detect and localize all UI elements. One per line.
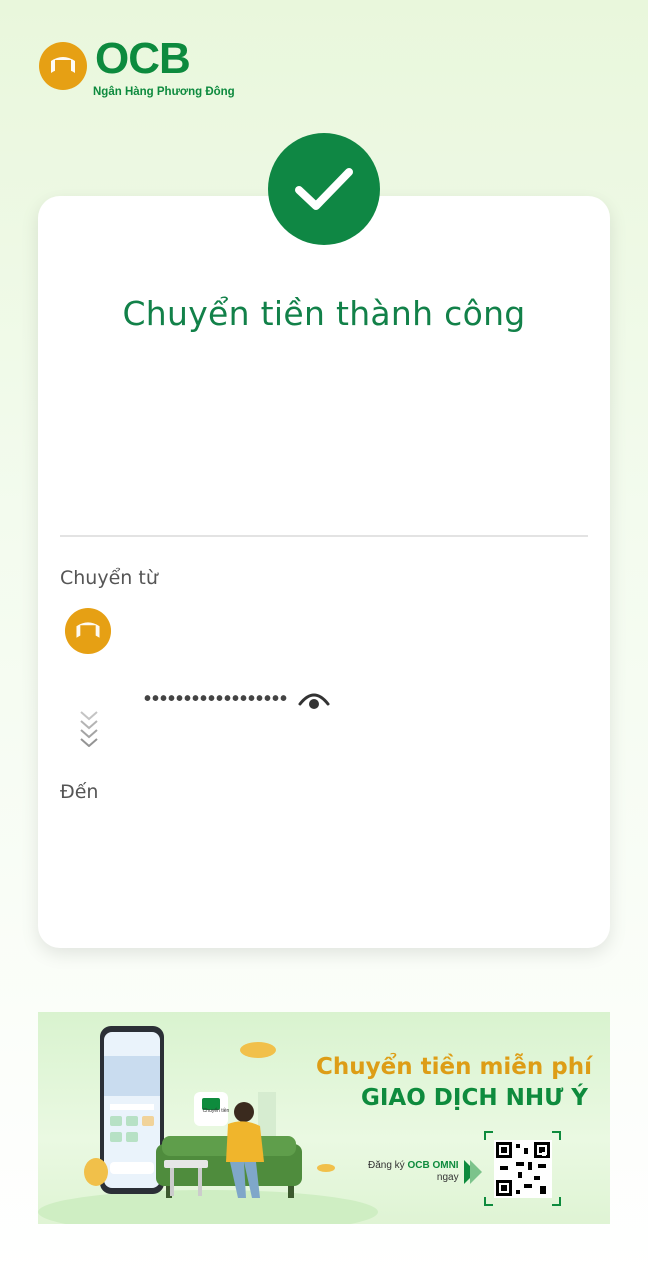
divider	[60, 535, 588, 537]
banner-headline: Chuyển tiền miễn phí	[316, 1054, 593, 1080]
eye-icon[interactable]	[298, 688, 330, 712]
register-cta[interactable]: Đăng ký OCB OMNI ngay	[368, 1160, 459, 1184]
register-app: OCB OMNI	[407, 1160, 459, 1171]
to-label: Đến	[60, 781, 99, 803]
success-badge	[268, 133, 380, 245]
ocb-logo: OCB Ngân Hàng Phương Đông	[38, 34, 235, 102]
ocb-logo-icon	[39, 42, 87, 90]
register-prefix: Đăng ký	[368, 1160, 405, 1171]
register-suffix: ngay	[436, 1172, 459, 1183]
phone-feature-label: Chuyển tiền	[202, 1108, 230, 1114]
promo-banner[interactable]: Chuyển tiền miễn phí GIAO DỊCH NHƯ Ý Chu…	[38, 1012, 610, 1224]
success-title: Chuyển tiền thành công	[122, 294, 526, 333]
logo-text: OCB	[95, 34, 191, 83]
chevron-down-icon	[80, 711, 98, 747]
from-label: Chuyển từ	[60, 567, 158, 589]
banner-subheadline: GIAO DỊCH NHƯ Ý	[361, 1085, 588, 1111]
qr-code	[494, 1140, 552, 1198]
check-icon	[295, 168, 353, 210]
masked-account-number: ••••••••••••••••••	[144, 688, 289, 710]
logo-subtitle: Ngân Hàng Phương Đông	[93, 86, 235, 98]
source-bank-logo-icon	[64, 607, 112, 655]
